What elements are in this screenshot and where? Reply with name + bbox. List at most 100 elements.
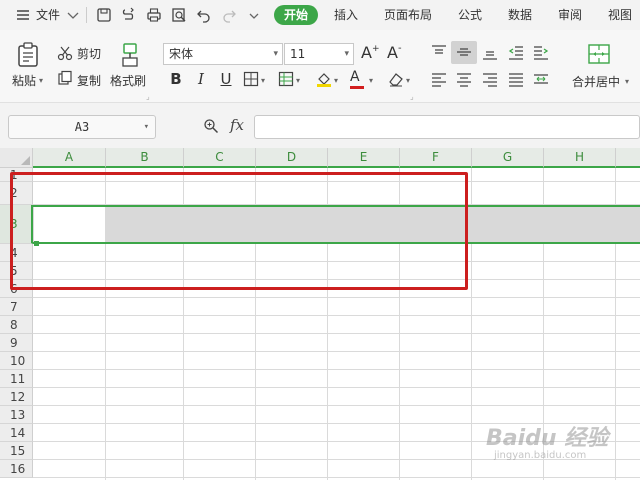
clear-dropdown-icon[interactable]: ▾ bbox=[406, 76, 410, 85]
tab-formulas[interactable]: 公式 bbox=[458, 6, 482, 24]
column-header-c[interactable]: C bbox=[184, 148, 256, 168]
table-row[interactable] bbox=[33, 298, 640, 316]
minus-icon: - bbox=[397, 43, 402, 54]
copy-icon[interactable] bbox=[57, 70, 73, 86]
font-color-dropdown-icon[interactable]: ▾ bbox=[369, 76, 373, 85]
watermark-logo: Baidu 经验 bbox=[486, 426, 609, 451]
decrease-font-icon: A bbox=[387, 43, 398, 62]
clipboard-group-launcher-icon[interactable]: ⌟ bbox=[146, 92, 150, 101]
fill-color-dropdown-icon[interactable]: ▾ bbox=[334, 76, 338, 85]
increase-font-size-button[interactable]: A+ bbox=[361, 43, 380, 62]
name-box[interactable]: A3 ▾ bbox=[8, 115, 156, 139]
decrease-indent-icon[interactable] bbox=[507, 43, 525, 61]
bold-button[interactable]: B bbox=[166, 69, 186, 89]
menu-divider bbox=[86, 7, 87, 23]
distributed-align-icon[interactable] bbox=[532, 70, 550, 88]
borders-dropdown-icon[interactable]: ▾ bbox=[261, 76, 265, 85]
print-preview-icon[interactable] bbox=[170, 6, 188, 24]
table-row[interactable] bbox=[33, 334, 640, 352]
chevron-down-icon[interactable] bbox=[64, 6, 82, 24]
ribbon-toolbar bbox=[0, 30, 640, 103]
italic-button[interactable]: I bbox=[191, 69, 211, 89]
watermark-url: jingyan.baidu.com bbox=[494, 450, 587, 461]
font-size-select[interactable]: 11 ▾ bbox=[284, 43, 354, 65]
column-header-e[interactable]: E bbox=[328, 148, 400, 168]
row-header-7[interactable]: 7 bbox=[0, 298, 33, 316]
table-row[interactable] bbox=[33, 316, 640, 334]
select-all-triangle-icon bbox=[21, 156, 30, 165]
file-menu[interactable]: 文件 bbox=[36, 6, 60, 24]
row-header-16[interactable]: 16 bbox=[0, 460, 33, 478]
column-header-i[interactable] bbox=[616, 148, 640, 168]
increase-font-icon: A bbox=[361, 43, 372, 62]
align-top-icon[interactable] bbox=[430, 43, 448, 61]
fill-pattern-dropdown-icon[interactable]: ▾ bbox=[296, 76, 300, 85]
format-painter-icon[interactable] bbox=[118, 42, 142, 68]
name-box-value: A3 bbox=[74, 120, 90, 134]
column-header-g[interactable]: G bbox=[472, 148, 544, 168]
insert-function-button[interactable]: fx bbox=[230, 116, 244, 134]
column-header-b[interactable]: B bbox=[106, 148, 184, 168]
font-name-select[interactable]: 宋体 ▾ bbox=[163, 43, 283, 65]
table-row[interactable] bbox=[33, 370, 640, 388]
underline-button[interactable]: U bbox=[216, 69, 236, 89]
tab-page-layout[interactable]: 页面布局 bbox=[384, 6, 432, 24]
column-header-f[interactable]: F bbox=[400, 148, 472, 168]
save-icon[interactable] bbox=[95, 6, 113, 24]
fill-pattern-icon[interactable] bbox=[278, 71, 294, 87]
chevron-down-icon: ▾ bbox=[143, 122, 149, 132]
row-header-10[interactable]: 10 bbox=[0, 352, 33, 370]
tab-home[interactable]: 开始 bbox=[274, 5, 318, 25]
font-color-button[interactable]: A bbox=[350, 69, 364, 89]
eraser-icon[interactable] bbox=[387, 70, 405, 88]
redo-icon[interactable] bbox=[220, 6, 238, 24]
tab-data[interactable]: 数据 bbox=[508, 6, 532, 24]
tab-review[interactable]: 审阅 bbox=[558, 6, 582, 24]
column-header-d[interactable]: D bbox=[256, 148, 328, 168]
row-header-13[interactable]: 13 bbox=[0, 406, 33, 424]
align-center-icon[interactable] bbox=[455, 70, 473, 88]
column-header-a[interactable]: A bbox=[33, 148, 106, 168]
cut-button[interactable]: 剪切 bbox=[77, 45, 101, 62]
font-color-icon: A bbox=[350, 69, 360, 85]
tab-view[interactable]: 视图 bbox=[608, 6, 632, 24]
row-header-8[interactable]: 8 bbox=[0, 316, 33, 334]
merge-center-dropdown-icon[interactable]: ▾ bbox=[625, 77, 629, 86]
export-icon[interactable] bbox=[120, 6, 138, 24]
align-left-icon[interactable] bbox=[430, 70, 448, 88]
paste-button[interactable]: 粘贴 bbox=[12, 72, 36, 89]
formula-input[interactable] bbox=[254, 115, 640, 139]
copy-button[interactable]: 复制 bbox=[77, 72, 101, 89]
row-header-9[interactable]: 9 bbox=[0, 334, 33, 352]
paste-dropdown-icon[interactable]: ▾ bbox=[39, 76, 43, 85]
merge-center-icon[interactable] bbox=[587, 43, 611, 65]
row-header-11[interactable]: 11 bbox=[0, 370, 33, 388]
borders-icon[interactable] bbox=[243, 71, 259, 87]
align-right-icon[interactable] bbox=[481, 70, 499, 88]
row-header-15[interactable]: 15 bbox=[0, 442, 33, 460]
increase-indent-icon[interactable] bbox=[532, 43, 550, 61]
quick-access-dropdown-icon[interactable] bbox=[245, 6, 263, 24]
align-bottom-icon[interactable] bbox=[481, 43, 499, 61]
fill-color-icon[interactable] bbox=[315, 70, 333, 88]
print-icon[interactable] bbox=[145, 6, 163, 24]
paste-icon[interactable] bbox=[16, 42, 40, 68]
format-painter-button[interactable]: 格式刷 bbox=[110, 72, 146, 89]
justify-icon[interactable] bbox=[507, 70, 525, 88]
zoom-search-icon[interactable] bbox=[203, 118, 219, 134]
scissors-icon[interactable] bbox=[57, 45, 73, 61]
merge-center-button[interactable]: 合并居中 bbox=[572, 73, 620, 90]
undo-icon[interactable] bbox=[195, 6, 213, 24]
align-middle-button[interactable] bbox=[451, 41, 477, 64]
row-header-12[interactable]: 12 bbox=[0, 388, 33, 406]
font-group-launcher-icon[interactable]: ⌟ bbox=[410, 92, 414, 101]
column-header-h[interactable]: H bbox=[544, 148, 616, 168]
annotation-highlight-box bbox=[10, 172, 468, 290]
hamburger-menu-icon[interactable] bbox=[14, 6, 32, 24]
row-header-14[interactable]: 14 bbox=[0, 424, 33, 442]
decrease-font-size-button[interactable]: A- bbox=[387, 43, 402, 62]
tab-insert[interactable]: 插入 bbox=[334, 6, 358, 24]
select-all-corner[interactable] bbox=[0, 148, 33, 168]
font-color-swatch bbox=[350, 86, 364, 89]
table-row[interactable] bbox=[33, 352, 640, 370]
